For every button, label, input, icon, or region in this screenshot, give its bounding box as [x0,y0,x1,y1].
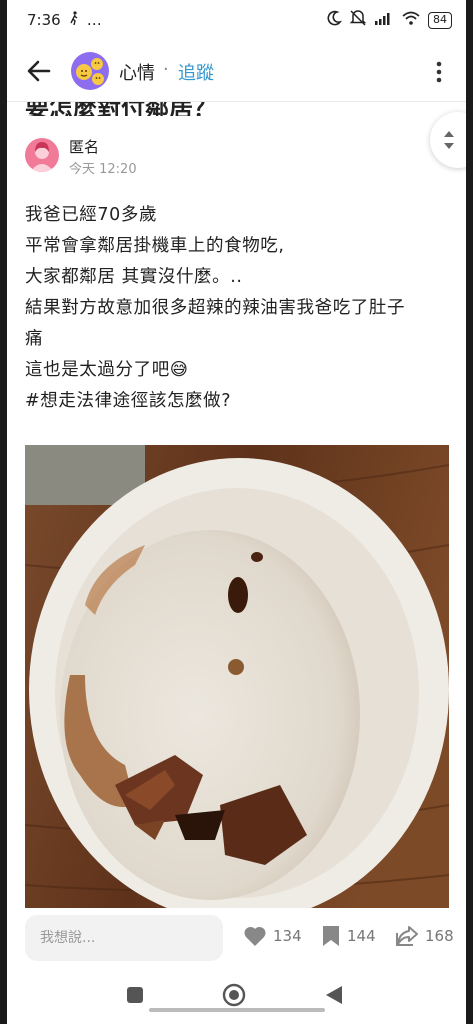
post-time: 今天 12:20 [69,162,137,177]
post-line: #想走法律途徑該怎麼做? [25,391,232,411]
more-vertical-icon[interactable] [427,58,451,86]
follow-button[interactable]: 追蹤 [178,59,214,85]
post-line: 痛 [25,329,44,349]
forum-avatar[interactable] [71,52,109,90]
bookmark-count: 144 [347,927,376,945]
post-line: 我爸已經70多歲 [25,205,158,225]
post-line: 這也是太過分了吧😅 [25,360,189,380]
moon-icon [326,10,343,30]
scroll-toggle-button[interactable] [430,112,466,168]
like-button[interactable]: 134 [243,925,302,947]
status-extra: … [86,11,102,29]
signal-icon [374,11,394,29]
mute-icon [349,10,367,30]
share-button[interactable]: 168 [395,925,454,947]
bookmark-icon [321,925,341,947]
post-image[interactable] [25,445,449,910]
app-screen: 7:36 … 84 要怎麼對付鄰居？ 心情 · 追蹤 匿名 今天 12:20 我… [7,0,466,1024]
post-body: 我爸已經70多歲 平常會拿鄰居掛機車上的食物吃, 大家都鄰居 其實沒什麼。.. … [25,200,450,417]
walking-icon [69,11,79,29]
comment-input[interactable]: 我想說... [25,915,223,961]
header-separator: · [163,59,169,80]
forum-name[interactable]: 心情 [119,59,155,85]
system-nav-bar [7,970,466,1024]
app-header: 心情 · 追蹤 [7,40,466,102]
home-button[interactable] [222,983,246,1011]
back-arrow-icon[interactable] [25,57,53,85]
bookmark-button[interactable]: 144 [321,925,376,947]
back-nav-button[interactable] [325,985,343,1009]
author-avatar[interactable] [25,138,59,172]
heart-icon [243,925,267,947]
like-count: 134 [273,927,302,945]
share-count: 168 [425,927,454,945]
post-line: 結果對方故意加很多超辣的辣油害我爸吃了肚子 [25,298,406,318]
gesture-indicator [149,1008,325,1012]
wifi-icon [401,10,421,30]
header-divider [7,101,466,102]
post-line: 平常會拿鄰居掛機車上的食物吃, [25,236,285,256]
recent-apps-button[interactable] [126,986,144,1008]
status-time: 7:36 [27,11,61,29]
share-icon [395,925,419,947]
battery-indicator: 84 [428,11,452,29]
status-bar: 7:36 … 84 [7,0,466,40]
post-line: 大家都鄰居 其實沒什麼。.. [25,267,243,287]
author-name[interactable]: 匿名 [69,136,99,157]
action-bar: 我想說... 134 144 168 [7,908,466,970]
scroll-arrows-icon [442,128,456,156]
